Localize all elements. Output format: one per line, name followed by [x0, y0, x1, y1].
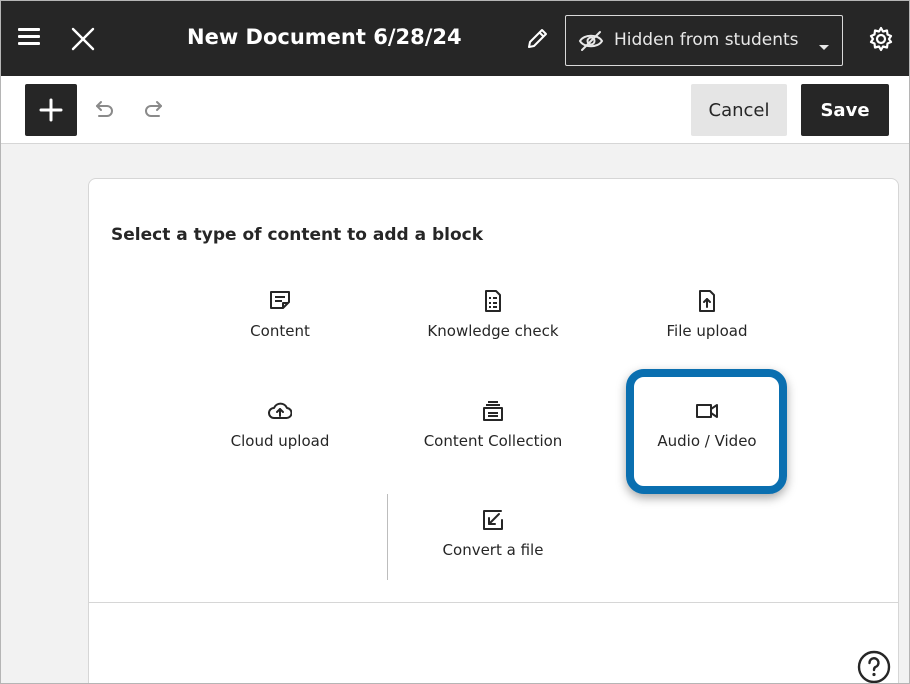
- editor-toolbar: Cancel Save: [1, 76, 909, 144]
- knowledge-check-icon: [481, 289, 505, 313]
- audio-video-highlight: [626, 369, 787, 494]
- hamburger-menu-icon[interactable]: [13, 23, 47, 53]
- eye-slash-icon: [578, 29, 604, 53]
- visibility-dropdown[interactable]: Hidden from students: [565, 15, 843, 66]
- option-label: Cloud upload: [230, 432, 330, 450]
- option-label: Knowledge check: [427, 322, 559, 340]
- redo-icon[interactable]: [141, 97, 167, 123]
- option-label: Convert a file: [442, 541, 544, 559]
- option-label: File upload: [666, 322, 748, 340]
- page-title: New Document 6/28/24: [187, 25, 462, 49]
- option-content[interactable]: Content: [190, 289, 370, 369]
- add-block-button[interactable]: [25, 84, 77, 136]
- add-block-panel: Select a type of content to add a block …: [88, 178, 899, 683]
- cloud-upload-icon: [268, 399, 293, 423]
- visibility-label: Hidden from students: [614, 30, 799, 50]
- file-upload-icon: [695, 289, 719, 313]
- caret-down-icon: [818, 37, 830, 50]
- option-label: Content Collection: [423, 432, 563, 450]
- undo-icon[interactable]: [91, 97, 117, 123]
- option-convert-file[interactable]: Convert a file: [403, 508, 583, 588]
- divider: [387, 494, 388, 580]
- convert-file-icon: [481, 508, 505, 532]
- pencil-icon[interactable]: [523, 25, 551, 53]
- option-label: Content: [250, 322, 310, 340]
- help-icon[interactable]: [856, 649, 892, 683]
- option-cloud-upload[interactable]: Cloud upload: [190, 399, 370, 479]
- content-icon: [268, 289, 292, 313]
- header-bar: New Document 6/28/24 Hidden from student…: [1, 1, 909, 76]
- save-button[interactable]: Save: [801, 84, 889, 136]
- app-window: New Document 6/28/24 Hidden from student…: [0, 0, 910, 684]
- panel-heading: Select a type of content to add a block: [111, 225, 484, 245]
- gear-icon[interactable]: [867, 25, 895, 53]
- cancel-button[interactable]: Cancel: [691, 84, 787, 136]
- option-file-upload[interactable]: File upload: [617, 289, 797, 369]
- panel-divider: [89, 602, 898, 603]
- option-content-collection[interactable]: Content Collection: [403, 399, 583, 479]
- option-knowledge-check[interactable]: Knowledge check: [403, 289, 583, 369]
- content-collection-icon: [481, 399, 505, 423]
- close-icon[interactable]: [67, 23, 99, 55]
